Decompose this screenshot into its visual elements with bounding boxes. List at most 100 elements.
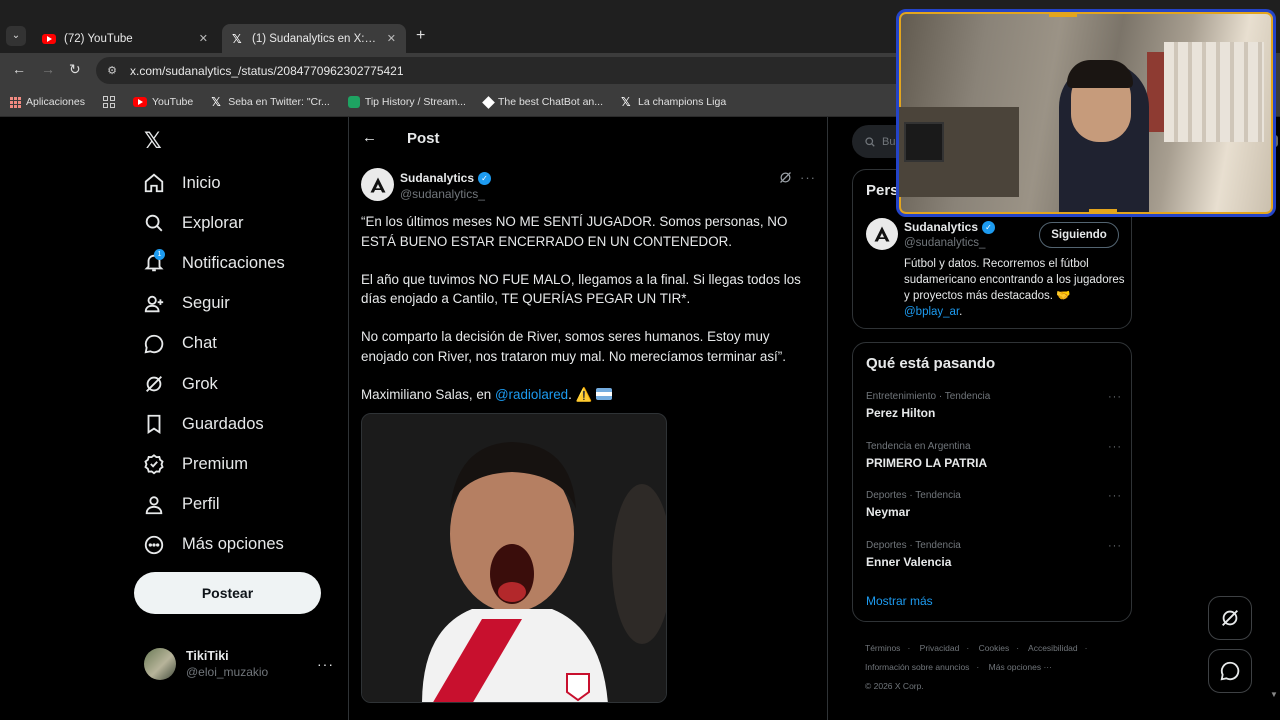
post-text-fragment: .	[568, 386, 576, 402]
author-name[interactable]: Sudanalytics ✓	[400, 171, 492, 185]
account-handle: @eloi_muzakio	[186, 665, 269, 679]
post-button[interactable]: Postear	[134, 572, 321, 614]
nav-item-seguir[interactable]: Seguir	[142, 284, 285, 324]
nav-item-grok[interactable]: Grok	[142, 364, 285, 404]
show-more-link[interactable]: Mostrar más	[866, 594, 933, 608]
account-switcher[interactable]: TikiTiki @eloi_muzakio ···	[144, 648, 334, 680]
tab-x-post[interactable]: 𝕏 (1) Sudanalytics en X: ""En los último…	[222, 24, 406, 53]
author-avatar[interactable]	[361, 168, 394, 201]
footer-link[interactable]: Privacidad	[920, 643, 960, 653]
more-icon[interactable]: ···	[1108, 391, 1122, 403]
bookmark-champions[interactable]: 𝕏 La champions Liga	[621, 96, 726, 108]
nav-item-guardados[interactable]: Guardados	[142, 404, 285, 444]
grok-icon[interactable]	[778, 170, 793, 190]
address-bar[interactable]: ⚙ x.com/sudanalytics_/status/20847709623…	[96, 57, 916, 84]
x-icon: 𝕏	[211, 95, 221, 109]
trend-item[interactable]: Tendencia en Argentina PRIMERO LA PATRIA…	[866, 441, 1122, 470]
close-icon[interactable]: ✕	[387, 32, 396, 45]
scroll-down-arrow-icon[interactable]: ▼	[1270, 690, 1278, 699]
grid-icon	[102, 96, 115, 108]
trend-meta: Deportes · Tendencia	[866, 540, 961, 551]
post-paragraph: El año que tuvimos NO FUE MALO, llegamos…	[361, 271, 801, 307]
mention-link[interactable]: @bplay_ar	[904, 306, 959, 318]
nav-item-notificaciones[interactable]: 1 Notificaciones	[142, 243, 285, 283]
bookmark-icon	[142, 412, 166, 436]
footer-link[interactable]: Accesibilidad	[1028, 643, 1078, 653]
card-title: Pers	[866, 182, 899, 199]
webcam-background	[1164, 42, 1264, 142]
bookmark-label: La champions Liga	[638, 96, 727, 108]
author-name-text: Sudanalytics	[400, 171, 475, 185]
trend-item[interactable]: Deportes · Tendencia Neymar ···	[866, 490, 1122, 519]
page-title: Post	[407, 130, 440, 147]
more-circle-icon	[142, 533, 166, 557]
more-icon[interactable]: ···	[800, 170, 816, 185]
trends-card: Qué está pasando Entretenimiento · Tende…	[852, 342, 1132, 622]
avatar	[144, 648, 176, 680]
x-logo[interactable]: 𝕏	[144, 128, 162, 154]
nav-item-premium[interactable]: Premium	[142, 444, 285, 484]
footer-link[interactable]: Cookies	[979, 643, 1010, 653]
mention-link[interactable]: @radiolared	[495, 387, 568, 402]
nav-item-mas-opciones[interactable]: Más opciones	[142, 525, 285, 565]
author-handle[interactable]: @sudanalytics_	[400, 187, 485, 201]
close-icon[interactable]: ✕	[199, 32, 208, 45]
account-name: TikiTiki	[186, 649, 229, 663]
messages-fab-button[interactable]	[1208, 649, 1252, 693]
bookmark-tip-history[interactable]: Tip History / Stream...	[347, 96, 466, 108]
nav-item-inicio[interactable]: Inicio	[142, 163, 285, 203]
bookmark-seba[interactable]: 𝕏 Seba en Twitter: "Cr...	[211, 96, 330, 108]
more-icon[interactable]: ···	[1108, 490, 1122, 502]
post-image[interactable]	[361, 413, 667, 703]
apps-icon	[10, 96, 21, 108]
tab-youtube[interactable]: (72) YouTube ✕	[32, 24, 218, 53]
bookmark-grid[interactable]	[102, 96, 115, 108]
trend-item[interactable]: Deportes · Tendencia Enner Valencia ···	[866, 540, 1122, 569]
forward-icon[interactable]: →	[41, 61, 55, 77]
sudanalytics-logo-icon	[370, 177, 385, 192]
nav-item-perfil[interactable]: Perfil	[142, 485, 285, 525]
rec-name[interactable]: Sudanalytics ✓	[904, 220, 996, 234]
rec-handle[interactable]: @sudanalytics_	[904, 237, 985, 249]
site-info-icon[interactable]: ⚙	[104, 63, 120, 79]
bookmark-chatbot[interactable]: The best ChatBot an...	[482, 95, 603, 109]
tab-title: (1) Sudanalytics en X: ""En los últimos	[252, 32, 379, 45]
chat-icon	[1220, 661, 1240, 681]
bookmark-label: YouTube	[151, 96, 194, 108]
bio-text: .	[959, 306, 963, 318]
post-text: “En los últimos meses NO ME SENTÍ JUGADO…	[361, 212, 816, 423]
back-icon[interactable]: ←	[12, 61, 26, 77]
new-tab-button[interactable]: +	[416, 27, 425, 45]
webcam-frame-accent	[1049, 12, 1077, 17]
more-icon[interactable]: ···	[1108, 540, 1122, 552]
nav-item-chat[interactable]: Chat	[142, 324, 285, 364]
nav-label: Inicio	[182, 173, 221, 192]
streamelements-icon	[347, 96, 360, 108]
back-arrow-icon[interactable]: ←	[362, 129, 377, 146]
footer-link[interactable]: Más opciones ···	[989, 662, 1052, 672]
copyright: © 2026 X Corp.	[865, 681, 924, 691]
youtube-icon	[42, 33, 56, 44]
more-icon[interactable]: ···	[1108, 441, 1122, 453]
footer-link[interactable]: Información sobre anuncios	[865, 662, 969, 672]
trend-name: Neymar	[866, 505, 911, 519]
bell-icon: 1	[142, 249, 166, 275]
trend-meta: Tendencia en Argentina	[866, 441, 971, 452]
bookmark-youtube[interactable]: YouTube	[132, 96, 194, 108]
trend-name: Enner Valencia	[866, 555, 952, 569]
streamer-hair	[1067, 60, 1133, 88]
trend-item[interactable]: Entretenimiento · Tendencia Perez Hilton…	[866, 391, 1122, 420]
grok-fab-button[interactable]	[1208, 596, 1252, 640]
author-avatar[interactable]	[866, 218, 898, 250]
following-button[interactable]: Siguiendo	[1039, 222, 1119, 248]
more-icon[interactable]: ···	[317, 656, 334, 672]
nav-label: Guardados	[182, 414, 264, 433]
footer-link[interactable]: Términos	[865, 643, 900, 653]
follow-icon	[142, 292, 166, 316]
tab-search-button[interactable]: ⌄	[6, 26, 26, 46]
column-divider	[827, 117, 828, 720]
reload-icon[interactable]: ↻	[69, 61, 81, 78]
profile-icon	[142, 493, 166, 517]
bookmark-apps[interactable]: Aplicaciones	[10, 96, 85, 108]
nav-item-explorar[interactable]: Explorar	[142, 203, 285, 243]
